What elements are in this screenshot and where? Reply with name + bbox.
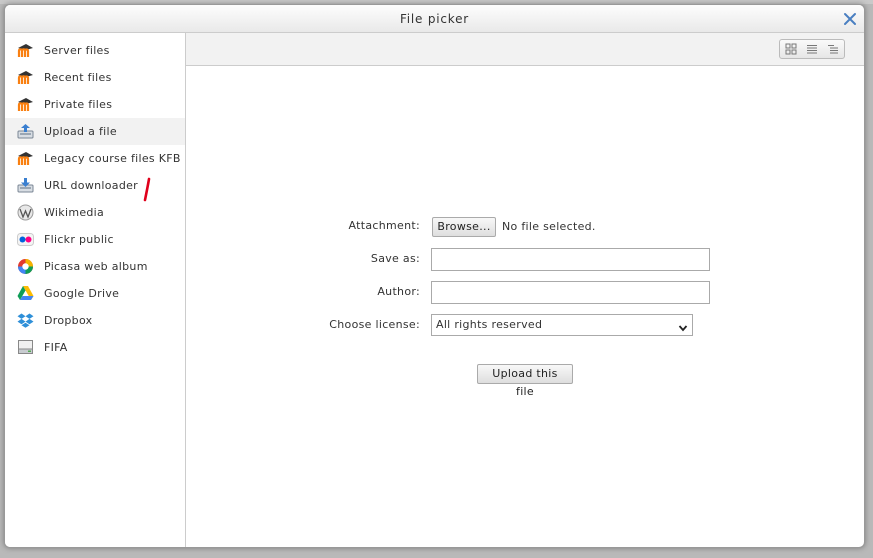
chevron-down-icon [678, 320, 688, 340]
repo-upload-a-file[interactable]: Upload a file [5, 118, 185, 145]
view-switcher [779, 39, 845, 59]
license-row: Choose license: [186, 313, 420, 337]
no-file-text: No file selected. [502, 220, 596, 233]
author-input[interactable] [431, 281, 710, 304]
wikimedia-icon [17, 204, 34, 221]
author-label: Author: [377, 285, 420, 298]
repo-label: Dropbox [44, 314, 93, 327]
author-row: Author: [186, 280, 420, 304]
moodle-icon [17, 42, 34, 59]
file-picker-dialog: File picker Server files Recent files Pr… [4, 4, 865, 548]
repo-server-files[interactable]: Server files [5, 37, 185, 64]
browse-button[interactable]: Browse... [432, 217, 496, 237]
repo-label: Recent files [44, 71, 112, 84]
repo-dropbox[interactable]: Dropbox [5, 307, 185, 334]
moodle-icon [17, 150, 34, 167]
repo-label: FIFA [44, 341, 68, 354]
repo-legacy-course-files[interactable]: Legacy course files KFB [5, 145, 185, 172]
save-as-input[interactable] [431, 248, 710, 271]
dialog-titlebar: File picker [5, 5, 864, 33]
upload-this-file-button[interactable]: Upload this file [477, 364, 573, 398]
google-drive-icon [17, 285, 34, 302]
repo-flickr-public[interactable]: Flickr public [5, 226, 185, 253]
repo-url-downloader[interactable]: URL downloader [5, 172, 185, 199]
dropbox-icon [17, 312, 34, 329]
repo-private-files[interactable]: Private files [5, 91, 185, 118]
icon-view-icon[interactable] [780, 40, 801, 58]
upload-icon [17, 123, 34, 140]
save-as-row: Save as: [186, 247, 420, 271]
repository-list: Server files Recent files Private files [5, 33, 186, 547]
list-view-icon[interactable] [801, 40, 822, 58]
repo-recent-files[interactable]: Recent files [5, 64, 185, 91]
repo-label: URL downloader [44, 179, 138, 192]
url-download-icon [17, 177, 34, 194]
license-label: Choose license: [329, 318, 420, 331]
repo-google-drive[interactable]: Google Drive [5, 280, 185, 307]
main-panel: Attachment: Browse... No file selected. … [186, 33, 864, 547]
attachment-row: Attachment: [186, 214, 420, 238]
picasa-icon [17, 258, 34, 275]
handwritten-mark [143, 177, 151, 202]
repo-label: Upload a file [44, 125, 117, 138]
close-icon[interactable] [842, 11, 858, 27]
repo-label: Wikimedia [44, 206, 105, 219]
license-selected-value: All rights reserved [436, 318, 543, 331]
moodle-icon [17, 69, 34, 86]
repo-label: Flickr public [44, 233, 114, 246]
save-as-label: Save as: [370, 252, 420, 265]
repo-wikimedia[interactable]: Wikimedia [5, 199, 185, 226]
repo-fifa[interactable]: FIFA [5, 334, 185, 361]
repo-label: Private files [44, 98, 113, 111]
repo-label: Picasa web album [44, 260, 148, 273]
tree-view-icon[interactable] [823, 40, 844, 58]
repo-picasa-web-album[interactable]: Picasa web album [5, 253, 185, 280]
picker-toolbar [186, 33, 864, 66]
attachment-label: Attachment: [348, 219, 420, 232]
repo-label: Google Drive [44, 287, 120, 300]
dialog-title: File picker [399, 12, 470, 26]
flickr-icon [17, 231, 34, 248]
repo-label: Server files [44, 44, 110, 57]
license-select[interactable]: All rights reserved [431, 314, 693, 336]
repo-label: Legacy course files KFB [44, 152, 181, 165]
moodle-icon [17, 96, 34, 113]
filesystem-icon [17, 339, 34, 356]
